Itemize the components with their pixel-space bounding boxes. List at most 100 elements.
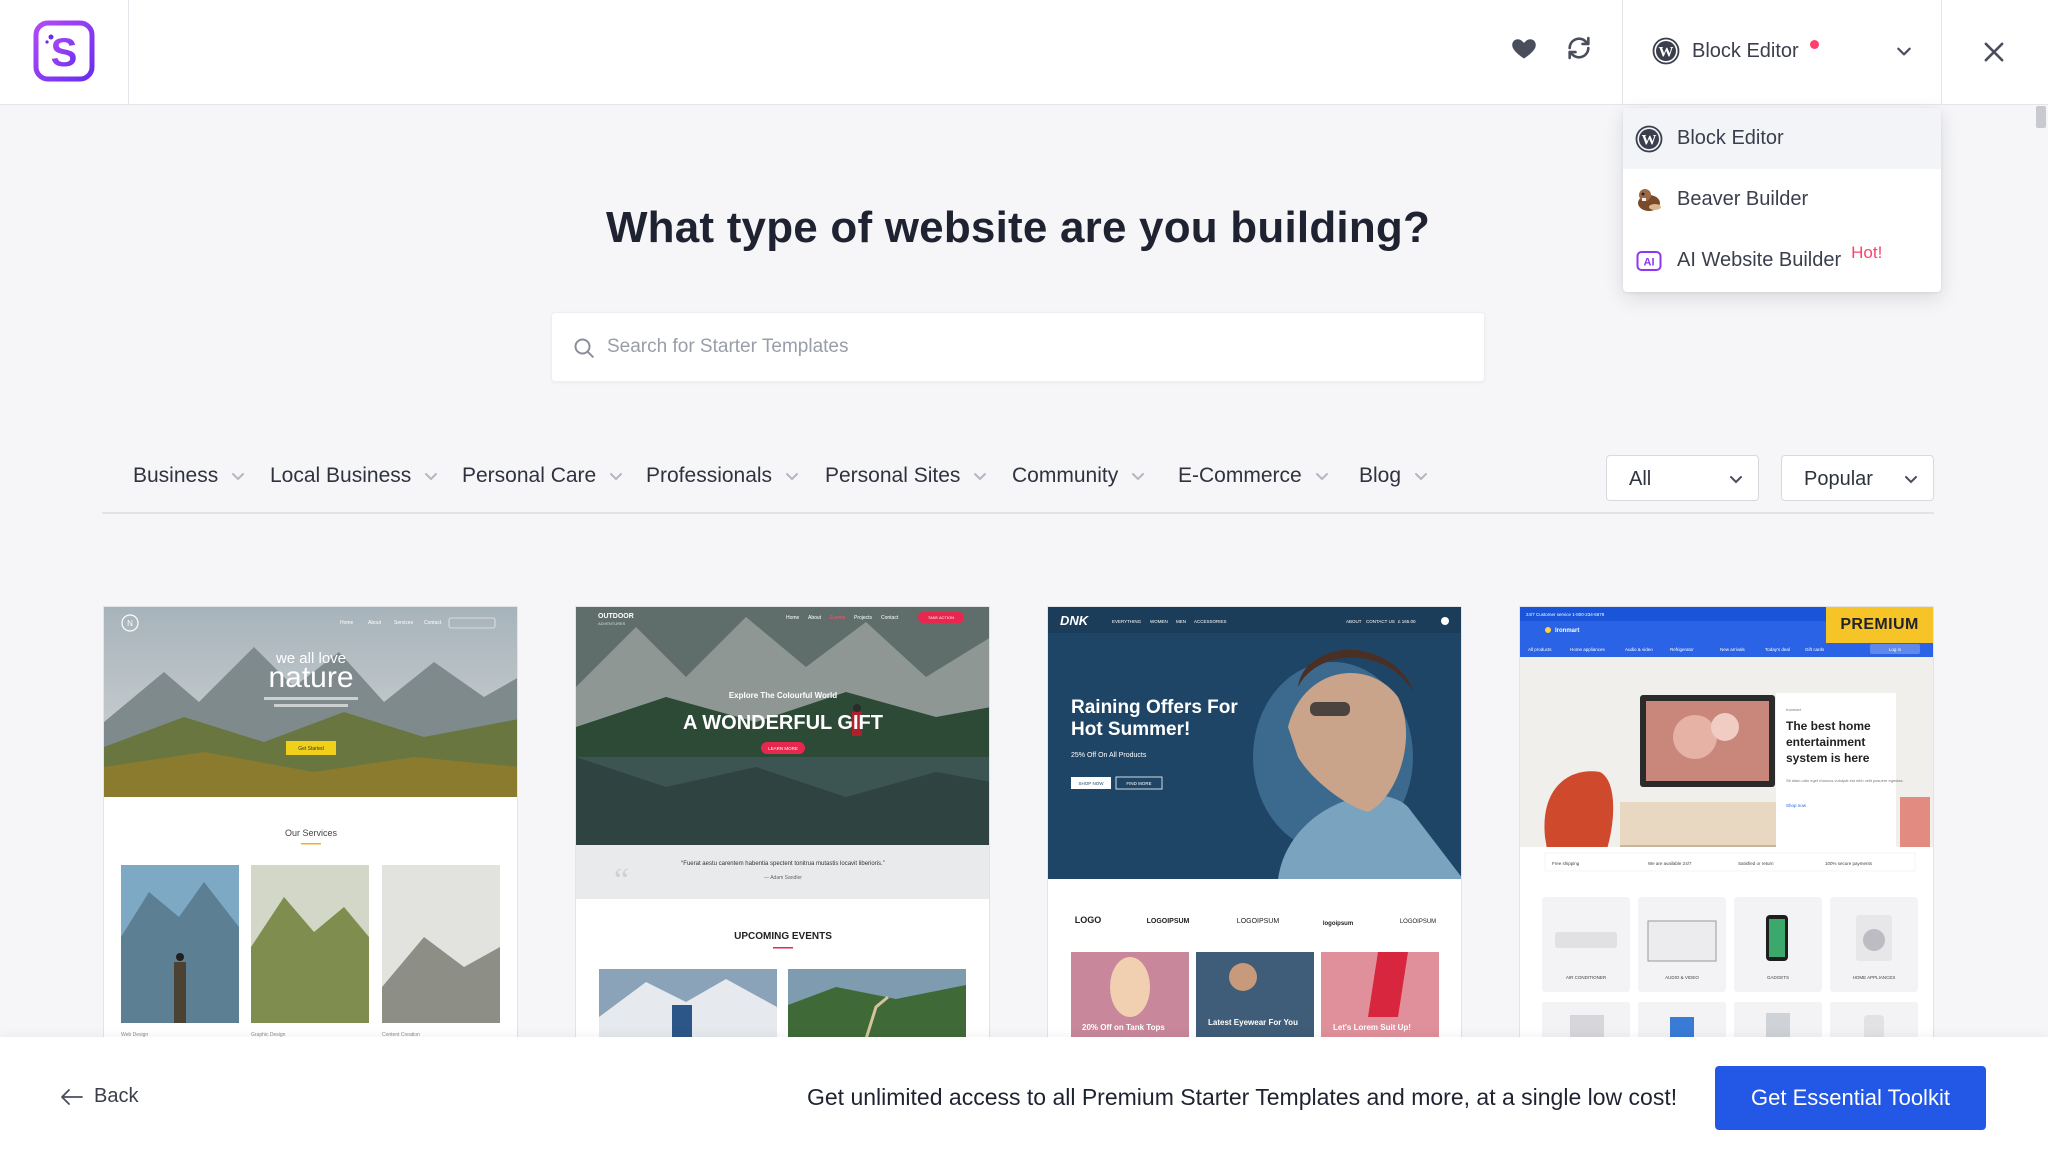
selected-builder-label: Block Editor: [1692, 40, 1799, 62]
chevron-down-icon: [610, 473, 623, 481]
svg-text:Services: Services: [394, 620, 414, 626]
premium-badge: PREMIUM: [1826, 607, 1933, 643]
svg-text:Home: Home: [786, 615, 800, 621]
chevron-down-icon: [786, 473, 799, 481]
svg-text:FIND MORE: FIND MORE: [1126, 781, 1151, 786]
category-personal-care[interactable]: Personal Care: [462, 464, 624, 488]
svg-text:About: About: [368, 620, 382, 626]
svg-text:ACCESSORIES: ACCESSORIES: [1194, 619, 1227, 624]
sync-icon[interactable]: [1565, 34, 1593, 62]
type-filter-select[interactable]: All: [1606, 455, 1759, 501]
chevron-down-icon: [425, 473, 438, 481]
svg-text:UPCOMING EVENTS: UPCOMING EVENTS: [734, 931, 832, 942]
template-card-outdoor-adventures[interactable]: OUTDOOR ADVENTURES Home About Events Pro…: [575, 606, 990, 1038]
svg-text:£ 165.00: £ 165.00: [1398, 619, 1416, 624]
chevron-down-icon: [1132, 473, 1145, 481]
svg-text:24/7 Customer service 1-800-23: 24/7 Customer service 1-800-234-5678: [1526, 612, 1605, 617]
svg-text:W: W: [1642, 132, 1657, 148]
starter-templates-logo[interactable]: S: [33, 20, 95, 82]
svg-text:ABOUT: ABOUT: [1346, 619, 1362, 624]
category-label: Personal Sites: [825, 464, 961, 487]
category-label: Blog: [1359, 464, 1402, 487]
svg-text:The best home: The best home: [1786, 719, 1871, 733]
svg-text:logoipsum: logoipsum: [1323, 921, 1353, 927]
svg-text:AI: AI: [1644, 256, 1655, 268]
svg-text:LEARN MORE: LEARN MORE: [768, 746, 798, 751]
heart-icon[interactable]: [1510, 34, 1538, 62]
category-label: Professionals: [646, 464, 773, 487]
get-essential-toolkit-button[interactable]: Get Essential Toolkit: [1715, 1066, 1986, 1130]
svg-text:LOGOIPSUM: LOGOIPSUM: [1237, 918, 1280, 925]
top-header: S W Block Editor: [0, 0, 2048, 105]
page-builder-select[interactable]: W Block Editor: [1622, 0, 1942, 105]
search-input[interactable]: [607, 313, 1467, 381]
category-filter-bar: Business Local Business Personal Care Pr…: [102, 450, 1934, 514]
svg-text:Explore The Colourful World: Explore The Colourful World: [729, 691, 837, 700]
svg-text:N: N: [127, 619, 133, 628]
svg-text:Ironmart: Ironmart: [1786, 707, 1802, 712]
svg-text:100% secure payments: 100% secure payments: [1825, 861, 1873, 866]
svg-text:Gift cards: Gift cards: [1805, 647, 1825, 652]
chevron-down-icon: [1730, 476, 1742, 484]
category-business[interactable]: Business: [133, 464, 246, 488]
svg-text:nature: nature: [268, 661, 353, 694]
svg-text:New arrivals: New arrivals: [1720, 647, 1746, 652]
svg-text:Projects: Projects: [854, 615, 873, 621]
search-box: [551, 312, 1485, 382]
category-label: Community: [1012, 464, 1119, 487]
type-filter-value: All: [1629, 468, 1652, 490]
category-blog[interactable]: Blog: [1359, 464, 1429, 488]
template-card-ironmart[interactable]: 24/7 Customer service 1-800-234-5678 Iro…: [1519, 606, 1934, 1038]
svg-text:“: “: [614, 862, 629, 899]
back-button[interactable]: Back: [60, 1085, 138, 1108]
svg-text:system is here: system is here: [1786, 751, 1870, 765]
arrow-left-icon: [61, 1088, 83, 1105]
category-local-business[interactable]: Local Business: [270, 464, 439, 488]
svg-text:GADGETS: GADGETS: [1767, 975, 1789, 980]
close-icon[interactable]: [1980, 38, 2008, 66]
svg-text:Contact: Contact: [424, 620, 442, 626]
chevron-down-icon: [1905, 476, 1917, 484]
chevron-down-icon: [232, 473, 245, 481]
dropdown-item-label: Block Editor: [1677, 127, 1784, 149]
page-title: What type of website are you building?: [605, 203, 1431, 252]
category-community[interactable]: Community: [1012, 464, 1146, 488]
chevron-down-icon: [1415, 473, 1428, 481]
sort-select[interactable]: Popular: [1781, 455, 1934, 501]
category-e-commerce[interactable]: E-Commerce: [1178, 464, 1330, 488]
svg-text:LOGOIPSUM: LOGOIPSUM: [1400, 919, 1436, 925]
svg-text:Free shipping: Free shipping: [1552, 861, 1580, 866]
svg-text:EVERYTHING: EVERYTHING: [1112, 619, 1142, 624]
svg-text:“Fuerat aestu carentem habenti: “Fuerat aestu carentem habentia spectent…: [681, 861, 884, 867]
svg-text:Latest Eyewear For You: Latest Eyewear For You: [1208, 1018, 1298, 1027]
sort-value: Popular: [1804, 468, 1873, 490]
template-preview-ironmart: 24/7 Customer service 1-800-234-5678 Iro…: [1520, 607, 1933, 1037]
category-personal-sites[interactable]: Personal Sites: [825, 464, 988, 488]
svg-text:Hot Summer!: Hot Summer!: [1071, 719, 1190, 740]
template-card-nature[interactable]: N Home About Services Contact we all lov…: [103, 606, 518, 1038]
template-preview-outdoor: OUTDOOR ADVENTURES Home About Events Pro…: [576, 607, 989, 1037]
dropdown-item-block-editor[interactable]: W Block Editor: [1623, 108, 1941, 169]
template-preview-dnk: DNK EVERYTHING WOMEN MEN ACCESSORIES ABO…: [1048, 607, 1461, 1037]
svg-text:Ironmart: Ironmart: [1555, 628, 1579, 634]
svg-text:Let's Lorem Suit Up!: Let's Lorem Suit Up!: [1333, 1023, 1411, 1032]
svg-text:Refrigerator: Refrigerator: [1670, 647, 1694, 652]
category-professionals[interactable]: Professionals: [646, 464, 800, 488]
svg-text:20% Off on Tank Tops: 20% Off on Tank Tops: [1082, 1023, 1165, 1032]
category-label: E-Commerce: [1178, 464, 1302, 487]
svg-text:LOGOIPSUM: LOGOIPSUM: [1147, 918, 1190, 925]
chevron-down-icon: [1315, 473, 1328, 481]
svg-text:ADVENTURES: ADVENTURES: [598, 621, 626, 626]
template-card-dnk-fashion[interactable]: DNK EVERYTHING WOMEN MEN ACCESSORIES ABO…: [1047, 606, 1462, 1038]
svg-text:Audio & video: Audio & video: [1625, 647, 1653, 652]
scrollbar-thumb[interactable]: [2036, 106, 2046, 128]
svg-text:AUDIO & VIDEO: AUDIO & VIDEO: [1665, 975, 1699, 980]
wordpress-icon: W: [1652, 37, 1680, 65]
svg-text:We are available 24/7: We are available 24/7: [1648, 861, 1692, 866]
svg-text:Home appliances: Home appliances: [1570, 647, 1606, 652]
svg-text:A WONDERFUL GIFT: A WONDERFUL GIFT: [683, 712, 883, 734]
category-label: Personal Care: [462, 464, 597, 487]
svg-text:Get Started: Get Started: [298, 746, 324, 752]
svg-text:Our Services: Our Services: [285, 828, 338, 838]
search-icon: [574, 338, 594, 358]
